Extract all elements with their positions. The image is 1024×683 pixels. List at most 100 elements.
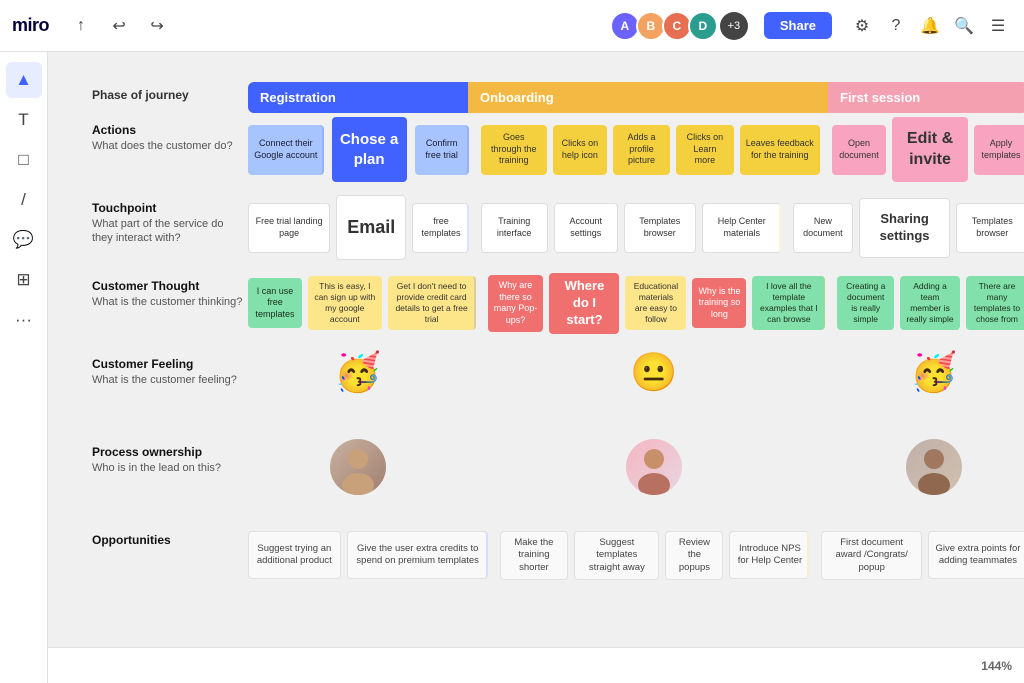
opportunities-row: Opportunities Suggest trying an addition… <box>88 527 1024 597</box>
feeling-label: Customer Feeling What is the customer fe… <box>88 351 248 393</box>
touch-landing[interactable]: Free trial landing page <box>248 203 330 253</box>
phase-of-journey-label: Phase of journey <box>92 88 189 102</box>
zoom-level: 144% <box>981 659 1012 673</box>
thought-long-training[interactable]: Why is the training so long <box>692 278 746 328</box>
touch-training-interface[interactable]: Training interface <box>481 203 548 253</box>
ownership-reg-section <box>248 439 468 495</box>
action-chose-plan[interactable]: Chose a plan <box>332 117 407 182</box>
opp-onb-4[interactable]: Introduce NPS for Help Center <box>729 531 809 579</box>
thought-no-credit-card[interactable]: Get I don't need to provide credit card … <box>388 276 476 330</box>
touch-templates[interactable]: free templates <box>412 203 469 253</box>
thought-label: Customer Thought What is the customer th… <box>88 273 248 315</box>
ownership-onb-section <box>474 439 834 495</box>
phase-label: Phase of journey <box>88 82 248 113</box>
settings-icon[interactable]: ⚙ <box>848 12 876 40</box>
touchpoint-label: Touchpoint What part of the service do t… <box>88 195 248 252</box>
search-icon[interactable]: 🔍 <box>950 12 978 40</box>
phase-registration: Registration <box>248 82 468 113</box>
avatar-overflow-count: +3 <box>720 12 748 40</box>
left-toolbar: ▲ T □ / 💬 ⊞ ··· <box>0 52 48 683</box>
touch-help-center[interactable]: Help Center materials <box>702 203 781 253</box>
thought-simple-doc[interactable]: Creating a document is really simple <box>837 276 894 330</box>
action-open-doc[interactable]: Open document <box>832 125 886 175</box>
feeling-onb-emoji: 😐 <box>624 351 684 395</box>
touch-email[interactable]: Email <box>336 195 406 260</box>
action-edit-invite[interactable]: Edit & invite <box>892 117 968 182</box>
opp-onb-1[interactable]: Make the training shorter <box>500 531 569 580</box>
select-tool[interactable]: ▲ <box>6 62 42 98</box>
notifications-icon[interactable]: 🔔 <box>916 12 944 40</box>
opp-reg-1[interactable]: Suggest trying an additional product <box>248 531 341 579</box>
thought-edu-materials[interactable]: Educational materials are easy to follow <box>625 276 686 330</box>
undo-button[interactable]: ↩ <box>105 12 133 40</box>
action-adds-profile[interactable]: Adds a profile picture <box>613 125 670 175</box>
actions-cells: Connect their Google account Chose a pla… <box>248 117 1024 182</box>
ownership-cells <box>248 439 1024 495</box>
thought-row: Customer Thought What is the customer th… <box>88 273 1024 343</box>
share-button[interactable]: Share <box>764 12 832 39</box>
right-toolbar-icons: ⚙ ? 🔔 🔍 ☰ <box>848 12 1012 40</box>
feeling-reg-section: 🥳 <box>248 351 468 395</box>
touch-new-doc[interactable]: New document <box>793 203 853 253</box>
opp-fs-1[interactable]: First document award /Congrats/ popup <box>821 531 922 580</box>
opp-fs-2[interactable]: Give extra points for adding teammates <box>928 531 1024 579</box>
action-goes-training[interactable]: Goes through the training <box>481 125 547 175</box>
owner-avatar-reg <box>330 439 386 495</box>
thought-popups[interactable]: Why are there so many Pop-ups? <box>488 275 544 332</box>
canvas[interactable]: Phase of journey Registration Onboarding… <box>48 52 1024 683</box>
action-apply-templates[interactable]: Apply templates <box>974 125 1024 175</box>
more-tools[interactable]: ··· <box>6 302 42 338</box>
touch-templates-browser[interactable]: Templates browser <box>624 203 696 253</box>
frame-tool[interactable]: ⊞ <box>6 262 42 298</box>
sticky-note-tool[interactable]: □ <box>6 142 42 178</box>
text-tool[interactable]: T <box>6 102 42 138</box>
ownership-fs-section <box>840 439 1024 495</box>
action-confirm-trial[interactable]: Confirm free trial <box>415 125 469 175</box>
action-clicks-help[interactable]: Clicks on help icon <box>553 125 607 175</box>
opp-onb-3[interactable]: Review the popups <box>665 531 723 580</box>
help-icon[interactable]: ? <box>882 12 910 40</box>
action-leaves-feedback[interactable]: Leaves feedback for the training <box>740 125 820 175</box>
opp-reg-2[interactable]: Give the user extra credits to spend on … <box>347 531 488 579</box>
thought-free-templates[interactable]: I can use free templates <box>248 278 302 328</box>
ownership-row: Process ownership Who is in the lead on … <box>88 439 1024 519</box>
actions-label: Actions What does the customer do? <box>88 117 248 159</box>
phase-header-row: Phase of journey Registration Onboarding… <box>88 82 1024 113</box>
thought-add-member[interactable]: Adding a team member is really simple <box>900 276 960 330</box>
action-clicks-learn[interactable]: Clicks on Learn more <box>676 125 733 175</box>
thought-cells: I can use free templates This is easy, I… <box>248 273 1024 334</box>
thought-easy-signup[interactable]: This is easy, I can sign up with my goog… <box>308 276 382 330</box>
redo-button[interactable]: ↪ <box>143 12 171 40</box>
ownership-label: Process ownership Who is in the lead on … <box>88 439 248 481</box>
touchpoint-row: Touchpoint What part of the service do t… <box>88 195 1024 265</box>
actions-row: Actions What does the customer do? Conne… <box>88 117 1024 187</box>
phase-first-session: First session <box>828 82 1024 113</box>
collaborators-group: A B C D +3 <box>614 11 748 41</box>
avatar-4: D <box>688 11 718 41</box>
journey-map: Phase of journey Registration Onboarding… <box>88 82 1024 605</box>
touch-templates-browser-2[interactable]: Templates browser <box>956 203 1024 253</box>
pen-tool[interactable]: / <box>6 182 42 218</box>
action-connect-google[interactable]: Connect their Google account <box>248 125 324 175</box>
phase-onboarding: Onboarding <box>468 82 828 113</box>
thought-love-examples[interactable]: I love all the template examples that I … <box>752 276 825 330</box>
owner-avatar-fs <box>906 439 962 495</box>
touch-sharing-settings[interactable]: Sharing settings <box>859 198 951 258</box>
touchpoint-cells: Free trial landing page Email free templ… <box>248 195 1024 260</box>
feeling-onb-section: 😐 <box>474 351 834 395</box>
app-logo: miro <box>12 15 49 36</box>
feeling-reg-emoji: 🥳 <box>328 351 388 395</box>
opportunities-cells: Suggest trying an additional product Giv… <box>248 527 1024 580</box>
topbar: miro ↑ ↩ ↪ A B C D +3 Share ⚙ ? 🔔 🔍 ☰ <box>0 0 1024 52</box>
upload-button[interactable]: ↑ <box>67 12 95 40</box>
opportunities-label: Opportunities <box>88 527 248 553</box>
comment-tool[interactable]: 💬 <box>6 222 42 258</box>
opp-onb-2[interactable]: Suggest templates straight away <box>574 531 659 580</box>
feeling-cells: 🥳 😐 🥳 <box>248 351 1024 395</box>
feeling-row: Customer Feeling What is the customer fe… <box>88 351 1024 431</box>
thought-where-start[interactable]: Where do I start? <box>549 273 619 334</box>
menu-icon[interactable]: ☰ <box>984 12 1012 40</box>
touch-account-settings[interactable]: Account settings <box>554 203 618 253</box>
feeling-fs-emoji: 🥳 <box>904 351 964 395</box>
thought-many-templates[interactable]: There are many templates to chose from <box>966 276 1024 330</box>
